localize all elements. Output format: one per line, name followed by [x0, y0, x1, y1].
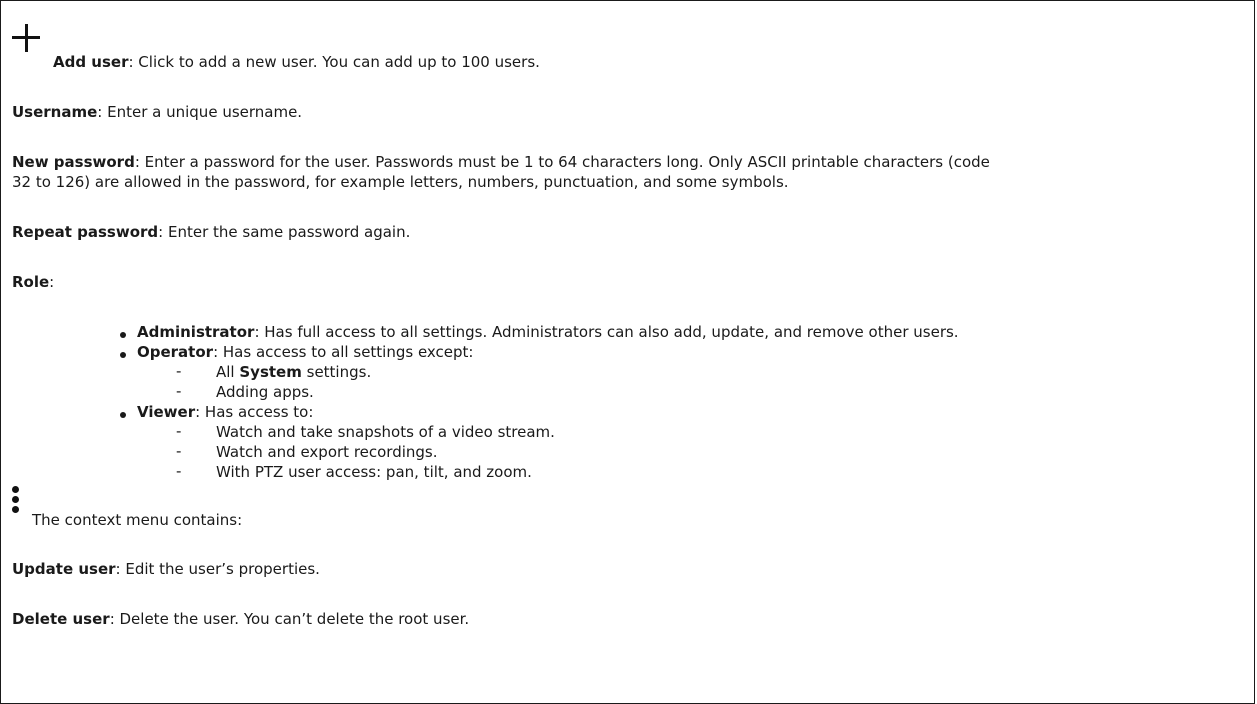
delete-user-description: Delete user: Delete the user. You can’t …: [12, 610, 470, 628]
repeat-password-label: Repeat password: [12, 223, 159, 241]
add-user-label: Add user: [53, 53, 129, 71]
dash-marker: -: [176, 362, 182, 380]
update-user-description: Update user: Edit the user’s properties.: [12, 560, 320, 578]
dash-marker: -: [176, 462, 182, 480]
dash-marker: -: [176, 422, 182, 440]
role-heading: Role:: [12, 273, 55, 291]
administrator-label: Administrator: [137, 323, 255, 341]
new-password-label: New password: [12, 153, 135, 171]
username-description: Username: Enter a unique username.: [12, 103, 303, 121]
role-operator: Operator: Has access to all settings exc…: [137, 343, 474, 361]
role-label: Role: [12, 273, 50, 291]
operator-label: Operator: [137, 343, 214, 361]
update-user-label: Update user: [12, 560, 116, 578]
bullet-icon: [120, 412, 126, 418]
plus-icon[interactable]: [12, 24, 41, 53]
operator-exception-item: Adding apps.: [216, 383, 314, 401]
bullet-icon: [120, 352, 126, 358]
username-label: Username: [12, 103, 98, 121]
context-menu-description: The context menu contains:: [32, 511, 243, 529]
new-password-description-cont: 32 to 126) are allowed in the password, …: [12, 173, 789, 191]
dash-marker: -: [176, 382, 182, 400]
new-password-description: New password: Enter a password for the u…: [12, 153, 990, 171]
repeat-password-description: Repeat password: Enter the same password…: [12, 223, 411, 241]
bullet-icon: [120, 332, 126, 338]
operator-exception-item: All System settings.: [216, 363, 372, 381]
role-administrator: Administrator: Has full access to all se…: [137, 323, 959, 341]
delete-user-label: Delete user: [12, 610, 110, 628]
viewer-access-item: Watch and take snapshots of a video stre…: [216, 423, 555, 441]
viewer-access-item: Watch and export recordings.: [216, 443, 438, 461]
viewer-label: Viewer: [137, 403, 196, 421]
role-viewer: Viewer: Has access to:: [137, 403, 314, 421]
kebab-menu-icon[interactable]: [12, 486, 20, 514]
dash-marker: -: [176, 442, 182, 460]
add-user-description: Add user: Click to add a new user. You c…: [53, 53, 540, 71]
viewer-access-item: With PTZ user access: pan, tilt, and zoo…: [216, 463, 532, 481]
